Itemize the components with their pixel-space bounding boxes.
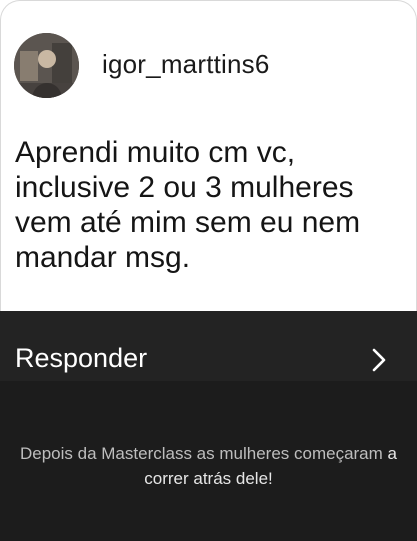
avatar[interactable] (14, 33, 79, 98)
comment-card: igor_marttins6 Aprendi muito cm vc, incl… (0, 0, 417, 311)
username[interactable]: igor_marttins6 (102, 46, 270, 82)
chevron-right-icon (372, 348, 386, 372)
story-reply-screen: igor_marttins6 Aprendi muito cm vc, incl… (0, 0, 417, 541)
reply-button[interactable]: Responder (0, 311, 417, 381)
profile-photo-icon (14, 33, 79, 98)
caption-part-1: Depois da Masterclass as mulheres começa… (20, 444, 388, 463)
caption-area: Depois da Masterclass as mulheres começa… (0, 381, 417, 541)
reply-label: Responder (15, 343, 148, 373)
caption-text: Depois da Masterclass as mulheres começa… (20, 441, 397, 491)
comment-text: Aprendi muito cm vc, inclusive 2 ou 3 mu… (15, 136, 361, 274)
